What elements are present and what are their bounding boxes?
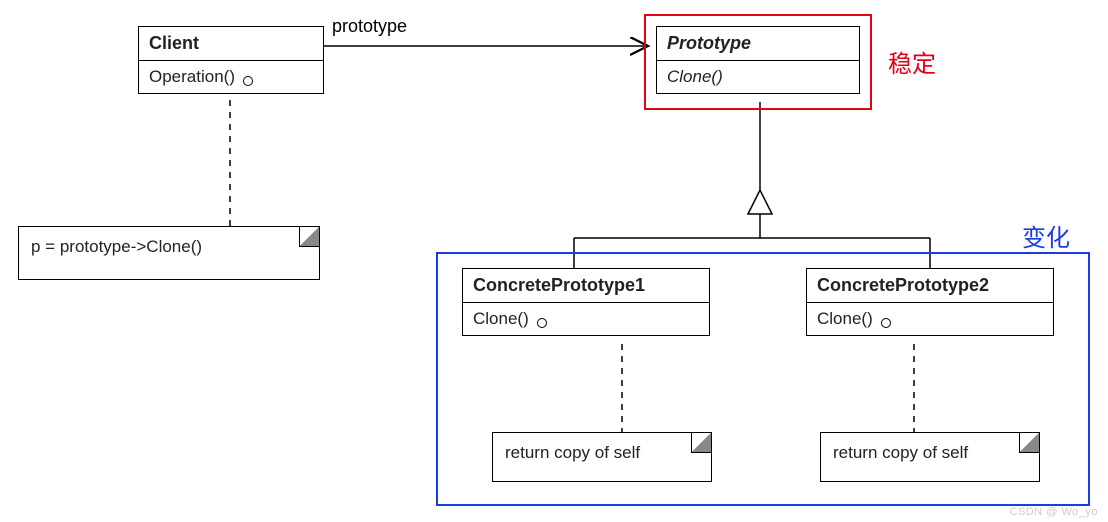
watermark: CSDN @ Wo_yo: [1010, 506, 1098, 518]
pin-icon: [243, 76, 253, 86]
note-fold-icon: [299, 227, 319, 247]
uml-class-client: Client Operation(): [138, 26, 324, 94]
note-client: p = prototype->Clone(): [18, 226, 320, 280]
association-label: prototype: [332, 16, 407, 37]
client-name: Client: [139, 27, 323, 61]
stable-region-box: [644, 14, 872, 110]
change-region-label: 变化: [1022, 218, 1070, 253]
change-region-box: [436, 252, 1090, 506]
client-operation: Operation(): [139, 61, 323, 93]
stable-region-label: 稳定: [888, 44, 936, 79]
